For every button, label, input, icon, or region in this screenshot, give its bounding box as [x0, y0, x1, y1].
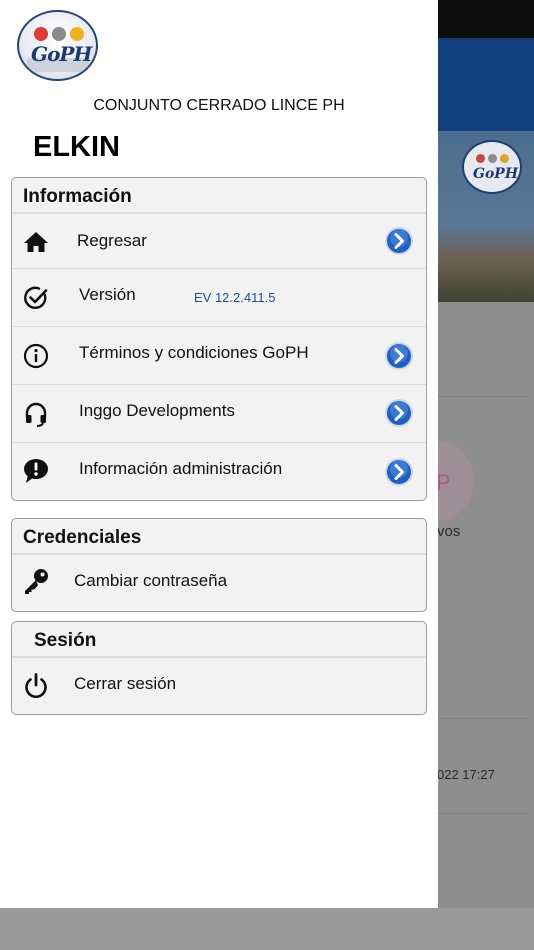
divider — [437, 718, 527, 719]
info-section-title: Información — [12, 178, 426, 213]
headset-icon — [22, 400, 50, 428]
organization-name: CONJUNTO CERRADO LINCE PH — [93, 97, 345, 114]
divider — [437, 813, 527, 814]
logo-dots — [34, 27, 84, 41]
session-section: Sesión Cerrar sesión — [11, 621, 427, 715]
divider — [437, 396, 527, 397]
banner-logo: GoPH — [462, 140, 522, 194]
partial-label: vos — [437, 523, 461, 540]
navigation-drawer: GoPH CONJUNTO CERRADO LINCE PH ELKIN Inf… — [0, 0, 438, 908]
alert-bubble-icon — [22, 457, 50, 485]
info-icon — [22, 342, 50, 370]
menu-item-label: Regresar — [77, 231, 147, 250]
check-circle-icon — [22, 284, 50, 312]
goph-logo: GoPH — [17, 10, 98, 81]
menu-item-label: Cerrar sesión — [74, 674, 177, 693]
feature-icon: P — [436, 470, 451, 495]
menu-item-inggo[interactable]: Inggo Developments — [12, 384, 426, 442]
version-value: EV 12.2.411.5 — [194, 290, 276, 305]
key-icon — [22, 567, 50, 595]
chevron-right-icon[interactable] — [384, 341, 414, 371]
menu-item-label: Versión — [79, 285, 136, 304]
menu-item-cerrar-sesion[interactable]: Cerrar sesión — [12, 657, 426, 714]
home-icon — [22, 228, 50, 256]
menu-item-version: Versión EV 12.2.411.5 — [12, 268, 426, 326]
credentials-section-title: Credenciales — [12, 519, 426, 554]
session-section-title: Sesión — [12, 622, 426, 657]
chevron-right-icon[interactable] — [384, 226, 414, 256]
power-icon — [22, 672, 50, 700]
menu-item-terminos[interactable]: Términos y condiciones GoPH — [12, 326, 426, 384]
menu-item-label: Cambiar contraseña — [74, 571, 228, 590]
menu-item-label: Inggo Developments — [79, 401, 235, 420]
credentials-section: Credenciales Cambiar contraseña — [11, 518, 427, 612]
logo-text: GoPH — [31, 42, 92, 66]
info-section: Información Regresar Versión EV 12.2.411… — [11, 177, 427, 501]
chevron-right-icon[interactable] — [384, 398, 414, 428]
user-name: ELKIN — [33, 131, 120, 163]
menu-item-info-admin[interactable]: Información administración — [12, 442, 426, 500]
menu-item-regresar[interactable]: Regresar — [12, 213, 426, 268]
menu-item-cambiar-contrasena[interactable]: Cambiar contraseña — [12, 554, 426, 611]
partial-date: 022 17:27 — [437, 767, 495, 782]
chevron-right-icon[interactable] — [384, 457, 414, 487]
menu-item-label: Información administración — [79, 459, 283, 478]
menu-item-label: Términos y condiciones GoPH — [79, 343, 309, 362]
